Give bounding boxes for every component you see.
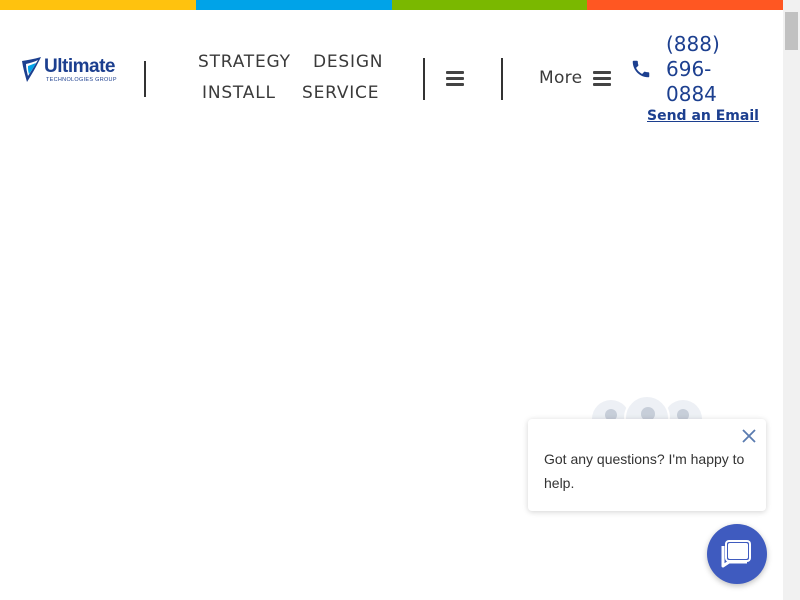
chat-bubble-icon — [721, 540, 751, 568]
header-divider — [501, 58, 503, 100]
phone-line: 0884 — [666, 82, 717, 106]
page-scrollbar[interactable] — [783, 0, 800, 600]
site-logo[interactable]: Ultimate TECHNOLOGIES GROUP — [20, 56, 124, 86]
send-email-link[interactable]: Send an Email — [647, 108, 759, 124]
color-bar-blue — [195, 0, 392, 10]
color-bar-green — [391, 0, 588, 10]
scrollbar-thumb[interactable] — [785, 12, 798, 50]
header-divider — [423, 58, 425, 100]
phone-line: 696- — [666, 57, 712, 81]
header-divider — [144, 61, 146, 97]
hamburger-icon[interactable] — [446, 71, 464, 87]
nav-item-strategy[interactable]: STRATEGY — [198, 52, 291, 72]
chat-greeting-message: Got any questions? I'm happy to help. — [544, 451, 745, 491]
shield-swoosh-icon — [22, 57, 41, 82]
more-hamburger-icon[interactable] — [593, 71, 611, 87]
phone-number-link[interactable]: (888) 696- 0884 — [666, 32, 746, 107]
phone-line: (888) — [666, 32, 720, 56]
chat-greeting-popup[interactable]: Got any questions? I'm happy to help. — [528, 419, 766, 511]
nav-item-design[interactable]: DESIGN — [313, 52, 383, 72]
phone-icon — [632, 60, 650, 78]
logo-tagline: TECHNOLOGIES GROUP — [46, 77, 117, 83]
close-icon[interactable] — [741, 428, 757, 444]
color-bar-yellow — [0, 0, 196, 10]
more-menu-label[interactable]: More — [539, 68, 582, 88]
logo-wordmark: Ultimate — [44, 56, 115, 77]
brand-color-bar — [0, 0, 783, 10]
nav-item-install[interactable]: INSTALL — [202, 83, 276, 103]
color-bar-orange — [587, 0, 783, 10]
nav-item-service[interactable]: SERVICE — [302, 83, 379, 103]
chat-launcher-button[interactable] — [707, 524, 767, 584]
